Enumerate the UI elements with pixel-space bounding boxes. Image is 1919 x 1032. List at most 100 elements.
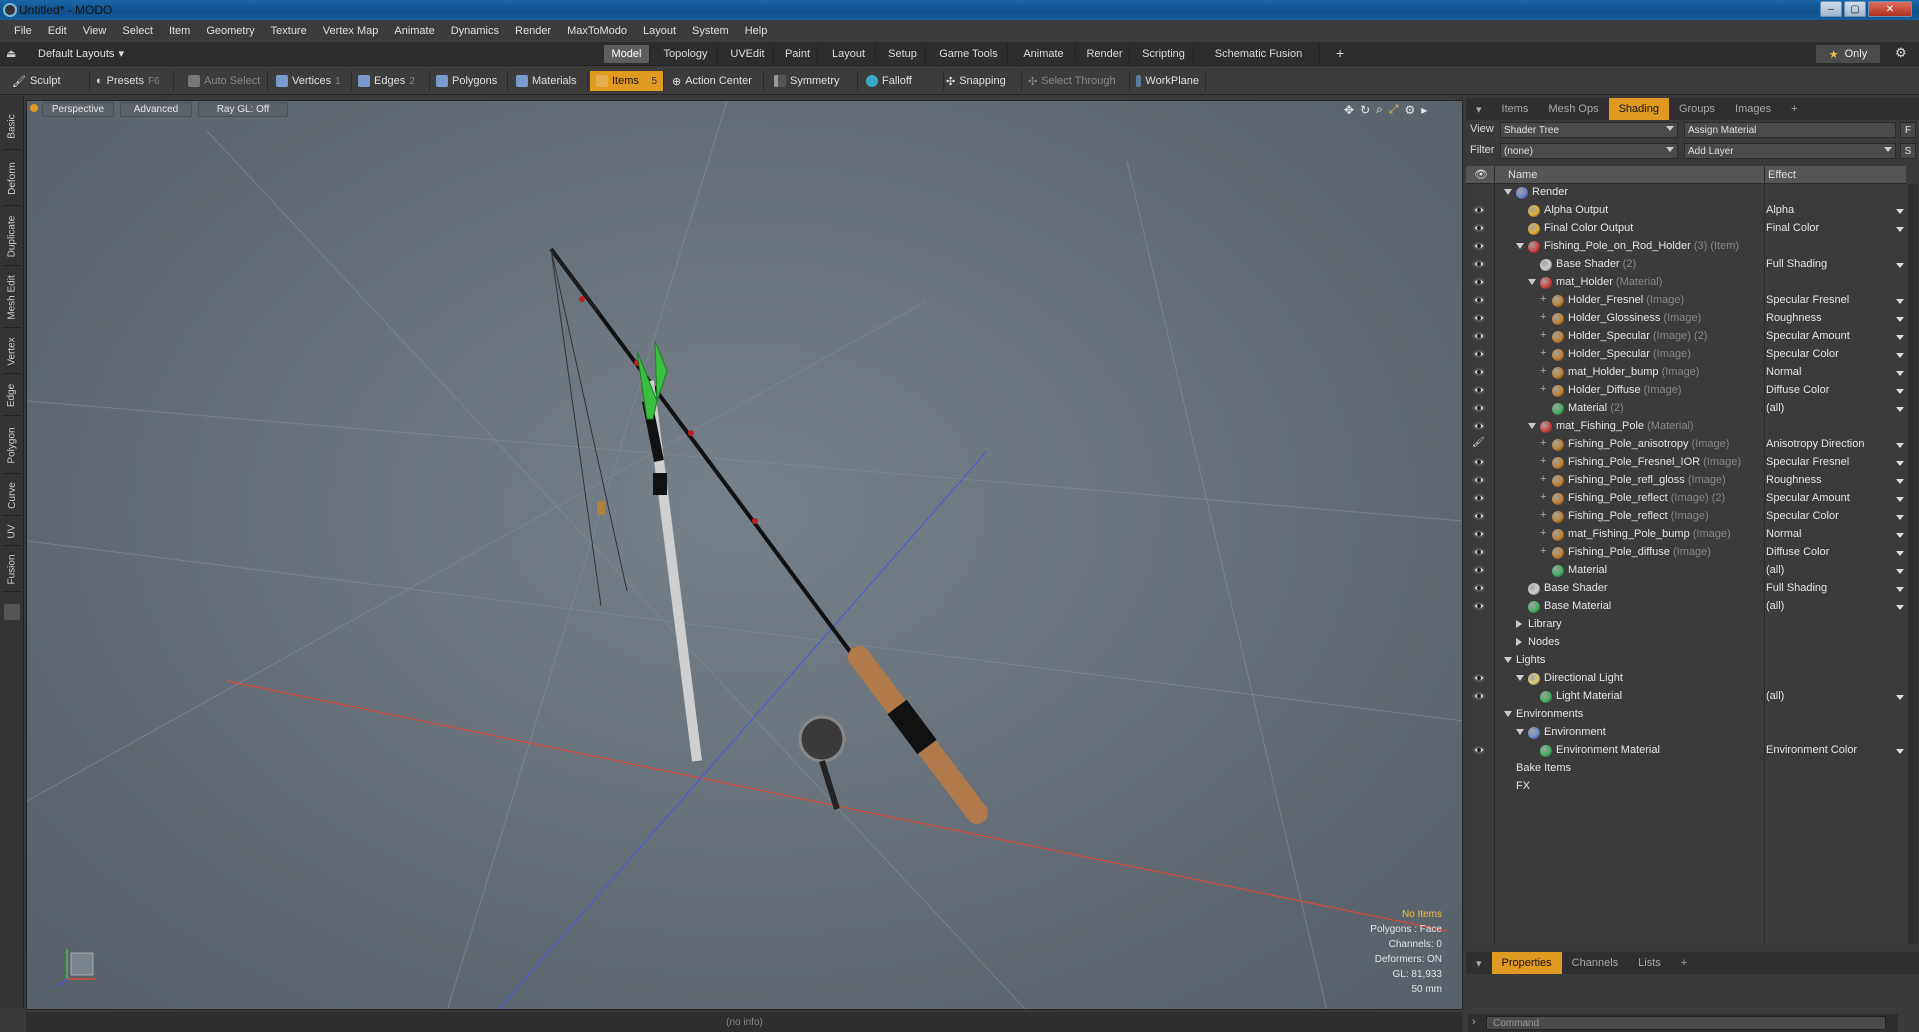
bottom-tab-lists[interactable]: Lists: [1628, 952, 1671, 974]
effect-value[interactable]: Diffuse Color: [1766, 384, 1904, 396]
snapping-button[interactable]: ✣ Snapping: [940, 71, 1022, 91]
tree-row[interactable]: Base Shader (2) Full Shading: [1466, 256, 1906, 274]
chevron-down-icon[interactable]: [1896, 479, 1904, 484]
left-tab-edge[interactable]: Edge: [3, 376, 21, 416]
eye-icon[interactable]: [1473, 332, 1485, 340]
tree-row[interactable]: + Holder_Specular (Image) (2) Specular Amo…: [1466, 328, 1906, 346]
eye-icon[interactable]: [1473, 692, 1485, 700]
tree-row[interactable]: Environment Material Environment Color: [1466, 742, 1906, 760]
menu-geometry[interactable]: Geometry: [198, 25, 262, 37]
effect-value[interactable]: (all): [1766, 564, 1904, 576]
chevron-down-icon[interactable]: [1896, 551, 1904, 556]
tree-row[interactable]: Library: [1466, 616, 1906, 634]
plus-icon[interactable]: +: [1540, 491, 1546, 503]
tree-row[interactable]: mat_Holder (Material): [1466, 274, 1906, 292]
tree-row[interactable]: + Fishing_Pole_reflect (Image) (2) Specula…: [1466, 490, 1906, 508]
tree-row[interactable]: + Holder_Glossiness (Image) Roughness: [1466, 310, 1906, 328]
left-tab-vertex[interactable]: Vertex: [3, 330, 21, 374]
eye-icon[interactable]: [1473, 260, 1485, 268]
eye-icon[interactable]: [1473, 674, 1485, 682]
menu-render[interactable]: Render: [507, 25, 559, 37]
plus-icon[interactable]: +: [1540, 347, 1546, 359]
tab-schematic-fusion[interactable]: Schematic Fusion: [1198, 45, 1320, 63]
menu-file[interactable]: File: [6, 25, 40, 37]
command-input[interactable]: Command: [1486, 1016, 1886, 1030]
tree-row[interactable]: + mat_Holder_bump (Image) Normal: [1466, 364, 1906, 382]
effect-value[interactable]: Full Shading: [1766, 582, 1904, 594]
f-button[interactable]: F: [1900, 122, 1916, 138]
viewport-menu-icon[interactable]: [30, 104, 38, 112]
effect-value[interactable]: Specular Fresnel: [1766, 456, 1904, 468]
effect-value[interactable]: Normal: [1766, 528, 1904, 540]
action-center-button[interactable]: ⊕ Action Center: [666, 71, 764, 91]
workplane-button[interactable]: WorkPlane: [1130, 71, 1206, 91]
tree-row[interactable]: Alpha Output Alpha: [1466, 202, 1906, 220]
expand-arrow-icon[interactable]: [1516, 675, 1524, 681]
effect-value[interactable]: Anisotropy Direction: [1766, 438, 1904, 450]
tab-paint[interactable]: Paint: [778, 45, 818, 63]
chevron-down-icon[interactable]: [1896, 407, 1904, 412]
expand-arrow-icon[interactable]: [1504, 189, 1512, 195]
chevron-down-icon[interactable]: [1896, 749, 1904, 754]
eye-icon[interactable]: [1473, 602, 1485, 610]
plus-icon[interactable]: +: [1540, 383, 1546, 395]
add-layout-icon[interactable]: +: [1336, 45, 1344, 61]
chevron-down-icon[interactable]: [1896, 335, 1904, 340]
collapse-arrow-icon[interactable]: [1516, 638, 1522, 646]
expand-arrow-icon[interactable]: [1528, 423, 1536, 429]
chevron-down-icon[interactable]: [1896, 569, 1904, 574]
auto-select-button[interactable]: Auto Select: [182, 71, 268, 91]
view-settings-icon[interactable]: ⚙: [1404, 103, 1415, 117]
eye-icon[interactable]: [1473, 206, 1485, 214]
tree-row[interactable]: Environment: [1466, 724, 1906, 742]
menu-select[interactable]: Select: [114, 25, 161, 37]
expand-arrow-icon[interactable]: [1528, 279, 1536, 285]
eye-icon[interactable]: [1473, 584, 1485, 592]
maximize-button[interactable]: ▢: [1844, 1, 1866, 17]
maximize-view-icon[interactable]: ⤢: [1389, 102, 1399, 117]
menu-help[interactable]: Help: [737, 25, 776, 37]
effect-value[interactable]: Environment Color: [1766, 744, 1904, 756]
tab-game-tools[interactable]: Game Tools: [930, 45, 1008, 63]
tree-scrollbar[interactable]: [1908, 184, 1918, 944]
tree-row[interactable]: Bake Items: [1466, 760, 1906, 778]
chevron-down-icon[interactable]: [1896, 497, 1904, 502]
eye-icon[interactable]: [1473, 476, 1485, 484]
eye-icon[interactable]: [1473, 404, 1485, 412]
effect-value[interactable]: Normal: [1766, 366, 1904, 378]
tree-row[interactable]: FX: [1466, 778, 1906, 796]
eye-icon[interactable]: [1473, 278, 1485, 286]
plus-icon[interactable]: +: [1540, 473, 1546, 485]
tree-row[interactable]: + Fishing_Pole_diffuse (Image) Diffuse Col…: [1466, 544, 1906, 562]
effect-value[interactable]: Specular Amount: [1766, 330, 1904, 342]
eye-icon[interactable]: [1473, 296, 1485, 304]
tab-scripting[interactable]: Scripting: [1134, 45, 1194, 63]
tab-topology[interactable]: Topology: [654, 45, 718, 63]
tab-layout[interactable]: Layout: [822, 45, 876, 63]
bottom-tab-properties[interactable]: Properties: [1491, 952, 1562, 974]
chevron-down-icon[interactable]: [1896, 515, 1904, 520]
tree-row[interactable]: Light Material (all): [1466, 688, 1906, 706]
gear-icon[interactable]: ⚙: [1895, 45, 1907, 61]
select-through-button[interactable]: ✣ Select Through: [1022, 71, 1130, 91]
collapse-arrow-icon[interactable]: [1516, 620, 1522, 628]
add-tab-icon[interactable]: +: [1671, 952, 1697, 974]
s-button[interactable]: S: [1900, 143, 1916, 159]
menu-item[interactable]: Item: [161, 25, 198, 37]
plus-icon[interactable]: +: [1540, 455, 1546, 467]
tree-row[interactable]: Material (all): [1466, 562, 1906, 580]
chevron-down-icon[interactable]: [1896, 443, 1904, 448]
left-tab-mesh-edit[interactable]: Mesh Edit: [3, 268, 21, 328]
tree-row[interactable]: Directional Light: [1466, 670, 1906, 688]
eye-icon[interactable]: [1473, 566, 1485, 574]
plus-icon[interactable]: +: [1540, 437, 1546, 449]
bottom-tab-channels[interactable]: Channels: [1562, 952, 1628, 974]
play-icon[interactable]: ▸: [1421, 103, 1427, 117]
items-button[interactable]: Items 5: [590, 71, 664, 91]
menu-texture[interactable]: Texture: [263, 25, 315, 37]
tree-row[interactable]: + Fishing_Pole_reflect (Image) Specular Co…: [1466, 508, 1906, 526]
plus-icon[interactable]: +: [1540, 527, 1546, 539]
right-tab-items[interactable]: Items: [1492, 98, 1539, 120]
chevron-down-icon[interactable]: [1896, 317, 1904, 322]
left-tab-fusion[interactable]: Fusion: [3, 548, 21, 592]
